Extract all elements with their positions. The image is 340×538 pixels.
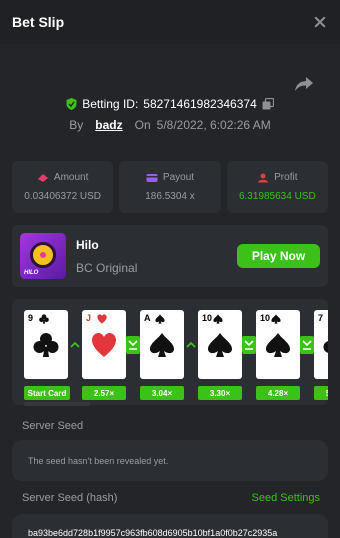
card-multiplier: 4.28× [256, 386, 300, 400]
cards-strip: 9 Start Card J 2.57× A 3.04× 10 3.30× 10 4.28× 7 5.… [24, 310, 328, 400]
playing-card: 7 [314, 310, 328, 379]
server-seed-hash-value: ba93be6dd728b1f9957c963fb608d6905b10bf1a… [28, 528, 278, 538]
card-multiplier: 3.04× [140, 386, 184, 400]
modal-title: Bet Slip [12, 14, 65, 30]
card-step: 9 Start Card [24, 310, 82, 400]
bet-slip-modal: Bet Slip Betting ID: 58271461982346374 B… [0, 0, 340, 538]
bet-stats: Amount 0.03406372 USD Payout 186.5304 x … [12, 161, 328, 213]
server-seed-placeholder: The seed hasn't been revealed yet. [28, 455, 169, 466]
bet-author-row: By badz On 5/8/2022, 6:02:26 AM [0, 118, 340, 132]
playing-card: 10 [198, 310, 242, 379]
share-icon[interactable] [294, 76, 314, 92]
card-step: A 3.04× [140, 310, 198, 400]
verified-shield-icon [66, 98, 77, 110]
username-link[interactable]: badz [89, 118, 128, 132]
betting-id-row: Betting ID: 58271461982346374 [0, 97, 340, 111]
game-name: Hilo [76, 237, 99, 252]
card-multiplier: 5.57× [314, 386, 328, 400]
spade-icon [266, 333, 290, 357]
playing-card: J [82, 310, 126, 379]
card-multiplier: Start Card [24, 386, 70, 400]
amount-label: Amount [53, 172, 89, 183]
card-rank: 10 [202, 313, 213, 323]
card-step: J 2.57× [82, 310, 140, 400]
payout-label: Payout [162, 172, 195, 183]
card-rank: 7 [318, 313, 324, 323]
card-multiplier: 2.57× [82, 386, 126, 400]
heart-icon [92, 333, 116, 357]
copy-icon[interactable] [262, 98, 274, 110]
hilo-cards-panel: 9 Start Card J 2.57× A 3.04× 10 3.30× 10 4.28× 7 5.… [12, 299, 328, 405]
spade-icon [271, 314, 281, 324]
lower-arrow-icon [126, 335, 140, 354]
amount-icon [37, 173, 48, 182]
spade-icon [213, 314, 223, 324]
profit-label: Profit [274, 172, 298, 183]
betting-id-value: 58271461982346374 [143, 97, 257, 111]
server-seed-hash-field[interactable]: ba93be6dd728b1f9957c963fb608d6905b10bf1a… [12, 514, 328, 538]
card-step: 10 3.30× [198, 310, 256, 400]
betting-id-label: Betting ID: [82, 97, 139, 111]
spade-icon [150, 333, 174, 357]
card-rank: 9 [28, 313, 34, 323]
club-icon [33, 333, 59, 357]
amount-value: 0.03406372 USD [24, 191, 102, 202]
game-thumbnail[interactable]: HILO [20, 233, 66, 279]
club-icon [39, 314, 49, 324]
playing-card: A [140, 310, 184, 379]
spade-icon [208, 333, 232, 357]
card-step: 10 4.28× [256, 310, 314, 400]
game-thumb-tag: HILO [24, 270, 39, 276]
higher-arrow-icon [68, 335, 82, 354]
higher-arrow-icon [184, 335, 198, 354]
profit-value: 6.31985634 USD [238, 191, 316, 202]
card-rank: J [86, 313, 92, 323]
club-icon [323, 341, 328, 353]
by-label: By [69, 118, 84, 132]
card-multiplier: 3.30× [198, 386, 242, 400]
spade-icon [155, 314, 165, 324]
card-rank: A [144, 313, 151, 323]
payout-value: 186.5304 x [145, 191, 195, 202]
cards-scrollbar[interactable] [24, 402, 90, 406]
lower-arrow-icon [242, 335, 256, 354]
seed-settings-link[interactable]: Seed Settings [252, 492, 321, 504]
game-card: HILO Hilo BC Original Play Now [12, 225, 328, 287]
server-seed-field: The seed hasn't been revealed yet. [12, 440, 328, 481]
playing-card: 10 [256, 310, 300, 379]
play-now-button[interactable]: Play Now [237, 244, 320, 268]
server-seed-label: Server Seed [22, 420, 84, 432]
lower-arrow-icon [300, 335, 314, 354]
card-step: 7 5.57× [314, 310, 328, 400]
amount-stat: Amount 0.03406372 USD [12, 161, 114, 213]
card-rank: 10 [260, 313, 271, 323]
playing-card: 9 [24, 310, 68, 379]
profit-stat: Profit 6.31985634 USD [226, 161, 328, 213]
modal-header: Bet Slip [0, 0, 340, 44]
server-seed-hash-label: Server Seed (hash) [22, 492, 118, 504]
payout-stat: Payout 186.5304 x [119, 161, 221, 213]
on-label: On [134, 118, 151, 132]
payout-icon [146, 173, 158, 182]
profit-icon [258, 173, 269, 182]
heart-icon [97, 314, 107, 324]
bet-datetime: 5/8/2022, 6:02:26 AM [156, 118, 271, 132]
game-provider: BC Original [76, 260, 138, 275]
close-icon[interactable] [312, 14, 328, 30]
